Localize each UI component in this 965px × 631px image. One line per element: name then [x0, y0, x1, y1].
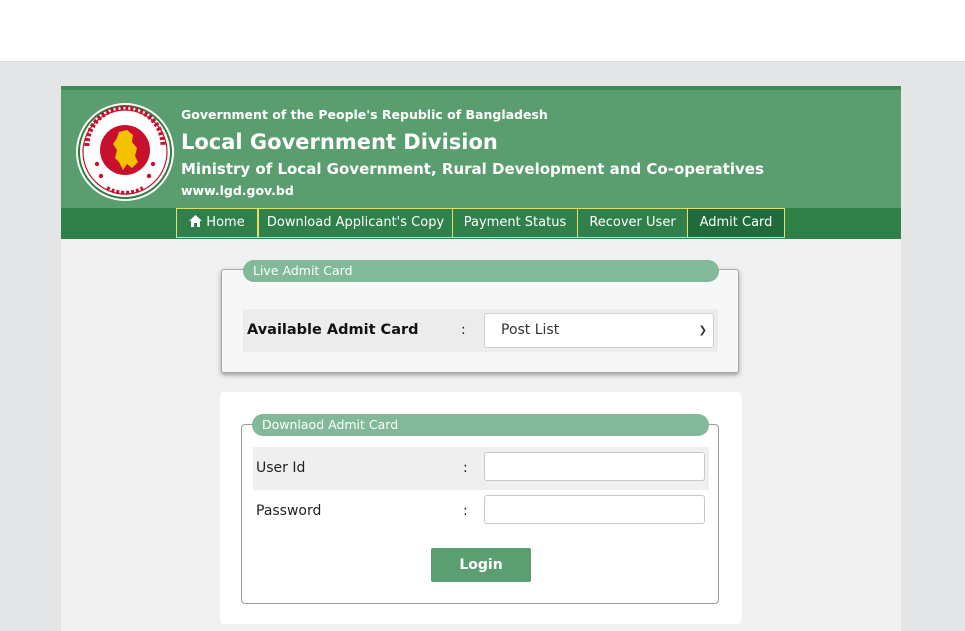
home-icon: [189, 215, 203, 227]
download-admit-card-panel: Downlaod Admit Card User Id : Password :…: [220, 392, 742, 624]
government-line: Government of the People's Republic of B…: [181, 107, 548, 122]
password-row: Password :: [253, 490, 709, 533]
user-id-row: User Id :: [253, 447, 709, 490]
login-button[interactable]: Login: [431, 548, 531, 582]
user-id-input[interactable]: [484, 452, 705, 481]
chevron-down-icon: ❯: [698, 325, 707, 336]
colon-separator: :: [461, 322, 466, 338]
government-seal-logo: [76, 103, 174, 201]
login-fieldset: Downlaod Admit Card User Id : Password :…: [241, 414, 719, 604]
nav-home-label: Home: [206, 215, 245, 230]
colon-separator: :: [463, 460, 468, 476]
password-input[interactable]: [484, 495, 705, 524]
site-header: Government of the People's Republic of B…: [61, 86, 901, 208]
live-admit-card-panel: Live Admit Card Available Admit Card : P…: [221, 260, 739, 373]
password-label: Password: [256, 503, 322, 519]
available-admit-card-row: Available Admit Card : Post List ❯: [243, 309, 718, 352]
live-admit-card-legend: Live Admit Card: [243, 260, 719, 282]
available-admit-card-label: Available Admit Card: [247, 322, 419, 338]
nav-recover-user[interactable]: Recover User: [577, 208, 688, 238]
colon-separator: :: [463, 503, 468, 519]
browser-top-bar: [0, 0, 965, 62]
division-title: Local Government Division: [181, 130, 498, 154]
nav-home[interactable]: Home: [176, 208, 258, 238]
user-id-label: User Id: [256, 460, 306, 476]
download-admit-card-legend: Downlaod Admit Card: [252, 414, 709, 436]
ministry-name: Ministry of Local Government, Rural Deve…: [181, 160, 764, 178]
website-url: www.lgd.gov.bd: [181, 183, 294, 198]
nav-admit-card[interactable]: Admit Card: [687, 208, 785, 238]
post-list-selected-value: Post List: [501, 322, 560, 338]
nav-download-applicant-copy[interactable]: Download Applicant's Copy: [258, 208, 453, 238]
post-list-select[interactable]: Post List ❯: [484, 313, 714, 348]
page-container: Government of the People's Republic of B…: [61, 86, 901, 631]
nav-payment-status[interactable]: Payment Status: [452, 208, 578, 238]
main-nav: Home Download Applicant's Copy Payment S…: [61, 208, 901, 239]
